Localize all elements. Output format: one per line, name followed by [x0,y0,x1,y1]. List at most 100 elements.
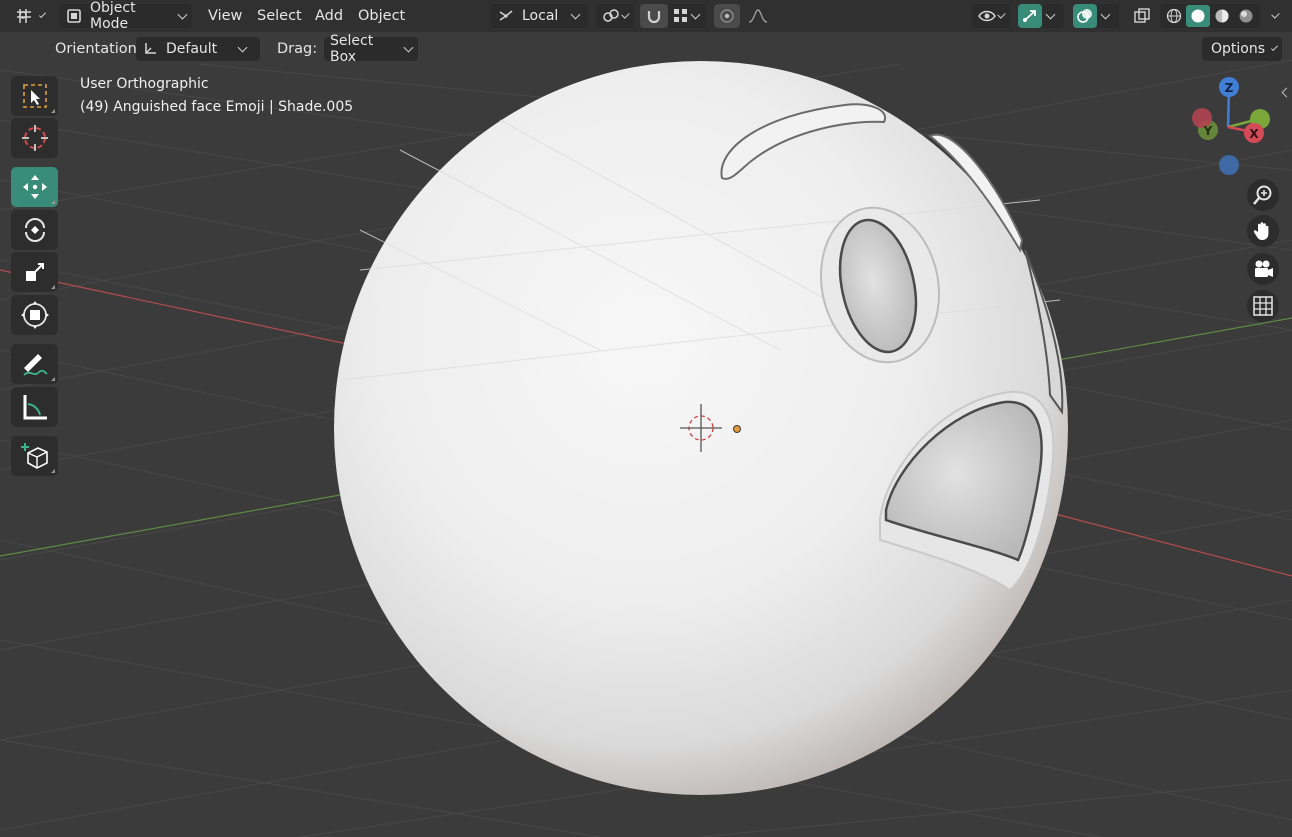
chevron-down-icon [177,9,188,19]
xray-toggle[interactable] [1128,4,1154,28]
chevron-down-icon [403,42,414,52]
rotate-icon [20,215,50,245]
material-preview-icon[interactable] [1210,8,1234,24]
options-dropdown[interactable]: Options [1202,37,1282,61]
zoom-icon [1252,184,1274,206]
navigation-gizmo[interactable]: Z Y X [1180,72,1280,182]
perspective-toggle-button[interactable] [1247,290,1279,322]
chevron-down-icon [1270,43,1279,51]
drag-dropdown[interactable]: Select Box [324,33,418,65]
snap-toggle[interactable] [640,4,668,28]
gizmo-y-label: Y [1203,124,1213,138]
wireframe-shading-icon[interactable] [1162,8,1186,24]
chevron-down-icon [1045,9,1056,19]
pivot-point-dropdown[interactable] [596,4,634,28]
magnet-icon [646,8,662,24]
gizmo-z-label: Z [1225,81,1234,95]
tool-variants-indicator [51,469,55,473]
drag-label: Drag: [277,41,318,57]
pivot-label: Local [522,8,559,24]
mode-label: Object Mode [90,0,136,32]
chevron-down-icon [38,10,47,18]
chevron-down-icon [570,9,581,19]
transform-orientation-dropdown[interactable]: Local [490,4,588,28]
gizmo-x-label: X [1249,127,1259,141]
orientation-dropdown[interactable]: Default [136,37,260,61]
solid-shading-icon[interactable] [1186,5,1210,27]
gizmo-dropdown[interactable] [1042,4,1064,28]
transform-tool[interactable] [11,295,58,335]
grid-snap-icon [674,9,688,23]
sidebar-toggle[interactable] [1280,82,1292,102]
3d-viewport[interactable] [0,0,1292,837]
zoom-button[interactable] [1247,179,1279,211]
menu-select[interactable]: Select [253,4,306,28]
eye-icon [978,9,996,23]
annotate-tool[interactable] [11,344,58,384]
local-axes-icon [496,8,516,24]
visibility-dropdown[interactable] [972,4,1010,28]
chevron-down-icon [1100,9,1111,19]
shading-modes [1160,4,1260,28]
pan-button[interactable] [1247,215,1279,247]
snap-target-dropdown[interactable] [668,4,706,28]
move-icon [20,172,50,202]
overlay-circles-icon [1076,8,1094,24]
y-axis-line [0,494,341,557]
add-cube-tool[interactable] [11,436,58,476]
falloff-curve-icon [748,9,768,23]
proportional-edit-icon [720,9,734,23]
select-box-icon [21,82,49,110]
orientation-axes-icon [142,41,158,57]
chevron-down-icon [997,9,1006,19]
transform-icon [20,300,50,330]
tool-variants-indicator [51,377,55,381]
cursor-tool[interactable] [11,118,58,158]
gizmo-toggle[interactable] [1018,4,1042,28]
chevron-down-icon [237,42,248,52]
tool-variants-indicator [51,109,55,113]
shading-dropdown[interactable] [1260,4,1284,28]
object-info-text: (49) Anguished face Emoji | Shade.005 [80,99,354,115]
scale-icon [21,258,49,286]
link-icon [602,8,620,24]
chevron-down-icon [690,9,701,19]
overlays-dropdown[interactable] [1097,4,1119,28]
mode-dropdown[interactable]: Object Mode [59,0,192,32]
object-mode-icon [65,8,83,24]
move-tool[interactable] [11,167,58,207]
hand-icon [1252,220,1274,242]
camera-view-button[interactable] [1247,253,1279,285]
camera-icon [1252,258,1274,280]
chevron-left-icon [1281,87,1291,97]
falloff-dropdown[interactable] [742,4,776,28]
tool-variants-indicator [51,200,55,204]
select-box-tool[interactable] [11,76,58,116]
viewport-scene [0,59,1292,837]
rendered-shading-icon[interactable] [1234,8,1258,24]
editor-type-button[interactable] [8,4,50,28]
tool-settings-header: Orientation: Default Drag: Select Box Op… [0,33,1292,65]
rotate-tool[interactable] [11,210,58,250]
tool-variants-indicator [51,285,55,289]
view-name-text: User Orthographic [80,76,209,92]
overlays-toggle[interactable] [1073,4,1097,28]
xray-icon [1134,8,1150,24]
drag-value: Select Box [330,33,374,65]
menu-object[interactable]: Object [354,4,409,28]
gizmo-arrow-icon [1021,8,1039,24]
object-origin [733,425,741,433]
add-cube-icon [20,441,50,471]
measure-tool[interactable] [11,387,58,427]
menu-view[interactable]: View [204,4,246,28]
menu-add[interactable]: Add [311,4,347,28]
x-axis-line-right [1039,509,1292,577]
measure-icon [20,392,50,422]
options-label: Options [1211,41,1266,57]
proportional-edit-toggle[interactable] [714,4,740,28]
scale-tool[interactable] [11,252,58,292]
3d-viewport-icon [14,8,34,24]
orientation-label: Orientation: [55,41,142,57]
chevron-down-icon [621,9,630,19]
chevron-down-icon [1271,9,1280,19]
